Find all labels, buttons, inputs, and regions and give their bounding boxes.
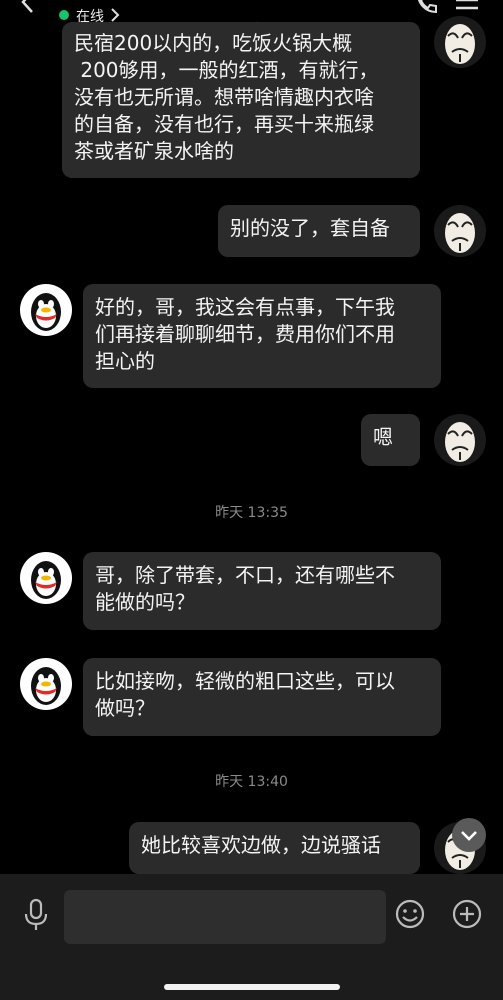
timestamp: 昨天 13:35 bbox=[215, 505, 288, 521]
user-avatar-mask[interactable] bbox=[434, 205, 486, 257]
emoji-icon[interactable] bbox=[394, 898, 426, 934]
contact-avatar-penguin[interactable] bbox=[20, 284, 72, 336]
message-bubble-incoming[interactable]: 比如接吻，轻微的粗口这些，可以 做吗？ bbox=[83, 658, 441, 736]
scroll-down-button[interactable] bbox=[452, 818, 486, 852]
microphone-icon[interactable] bbox=[22, 898, 50, 938]
message-bubble-outgoing[interactable]: 别的没了，套自备 bbox=[218, 205, 420, 257]
message-bubble-incoming[interactable]: 好的，哥，我这会有点事，下午我 们再接着聊聊细节，费用你们不用 担心的 bbox=[83, 284, 441, 388]
contact-avatar-penguin[interactable] bbox=[20, 658, 72, 710]
message-bubble-incoming[interactable]: 哥，除了带套，不口，还有哪些不 能做的吗？ bbox=[83, 552, 441, 630]
message-bubble-outgoing[interactable]: 民宿200以内的，吃饭火锅大概 200够用，一般的红酒，有就行， 没有也无所谓。… bbox=[62, 22, 420, 178]
plus-icon[interactable] bbox=[451, 898, 483, 934]
message-input[interactable] bbox=[64, 890, 386, 944]
timestamp: 昨天 13:40 bbox=[215, 774, 288, 790]
message-bubble-outgoing[interactable]: 嗯 bbox=[361, 414, 420, 466]
user-avatar-mask[interactable] bbox=[434, 16, 486, 68]
back-chevron-icon[interactable] bbox=[18, 0, 38, 18]
scroll-down-icon bbox=[461, 831, 477, 841]
online-status-dot bbox=[59, 10, 69, 20]
phone-icon[interactable] bbox=[414, 0, 440, 20]
contact-avatar-penguin[interactable] bbox=[20, 552, 72, 604]
message-bubble-outgoing[interactable]: 她比较喜欢边做，边说骚话 bbox=[129, 822, 420, 874]
user-avatar-mask[interactable] bbox=[434, 414, 486, 466]
home-indicator[interactable] bbox=[164, 984, 340, 990]
